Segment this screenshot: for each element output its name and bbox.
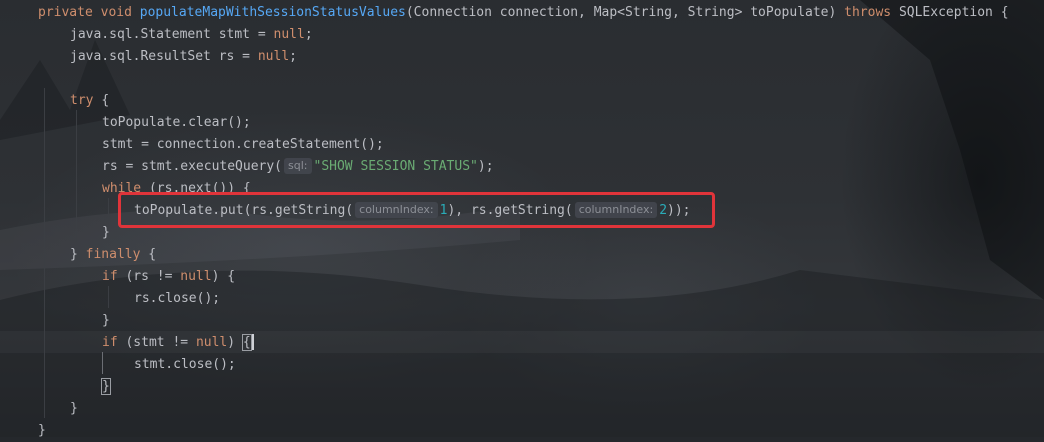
code-token: ; — [304, 27, 313, 42]
code-line[interactable]: } — [102, 222, 110, 244]
code-line[interactable]: rs = stmt.executeQuery(sql: "SHOW SESSION… — [102, 156, 494, 178]
code-token: ) { — [211, 269, 236, 284]
code-token: } — [102, 225, 110, 240]
code-token: ); — [477, 159, 494, 174]
code-token: rs = stmt.executeQuery( — [102, 159, 283, 174]
code-token: stmt = connection.createStatement(); — [102, 137, 384, 152]
code-token: if — [102, 269, 126, 284]
code-token: rs.close(); — [134, 291, 221, 306]
code-token: toPopulate.clear(); — [102, 115, 251, 130]
code-token: { — [241, 334, 252, 351]
code-token: try — [70, 93, 102, 108]
code-token: finally — [85, 247, 149, 262]
code-token: if — [102, 335, 126, 350]
code-token: stmt.close(); — [134, 357, 236, 372]
code-line[interactable]: } — [70, 398, 78, 420]
text-cursor — [252, 334, 254, 350]
code-line[interactable]: toPopulate.clear(); — [102, 112, 251, 134]
code-token: java.sql.Statement stmt = — [70, 27, 274, 42]
annotation-highlight-box — [118, 192, 715, 228]
code-token: } — [38, 423, 46, 438]
code-token: (rs != — [125, 269, 181, 284]
code-token: populateMapWithSessionStatusValues — [139, 5, 406, 20]
code-line[interactable]: } finally { — [70, 244, 156, 266]
code-token: ) — [227, 335, 243, 350]
code-token: null — [257, 49, 290, 64]
code-token: } — [70, 401, 78, 416]
code-line[interactable]: rs.close(); — [134, 288, 220, 310]
code-line[interactable]: private void populateMapWithSessionStatu… — [38, 2, 1009, 24]
code-token: private void — [38, 5, 140, 20]
code-token: } — [70, 247, 86, 262]
code-line[interactable]: stmt = connection.createStatement(); — [102, 134, 384, 156]
code-token: "SHOW SESSION STATUS" — [313, 159, 478, 174]
code-token: ; — [289, 49, 297, 64]
code-token: java.sql.ResultSet rs = — [70, 49, 258, 64]
code-token: } — [102, 313, 110, 328]
code-token: (Connection connection, Map<String, Stri… — [405, 5, 845, 20]
code-token: null — [195, 335, 228, 350]
code-line[interactable]: if (rs != null) { — [102, 266, 235, 288]
parameter-hint: sql: — [284, 158, 312, 174]
code-line[interactable]: java.sql.Statement stmt = null; — [70, 24, 313, 46]
code-token: SQLException { — [898, 5, 1009, 20]
code-token: (stmt != — [125, 335, 196, 350]
code-line[interactable]: } — [38, 420, 46, 442]
code-line[interactable]: java.sql.ResultSet rs = null; — [70, 46, 297, 68]
code-token: { — [148, 247, 157, 262]
code-token: null — [180, 269, 212, 284]
code-token: { — [101, 93, 110, 108]
code-line[interactable]: if (stmt != null) { — [102, 332, 252, 354]
code-line[interactable]: try { — [70, 90, 109, 112]
code-token: } — [101, 378, 111, 395]
code-line[interactable]: stmt.close(); — [134, 354, 236, 376]
code-line[interactable]: } — [101, 376, 111, 398]
code-token: throws — [844, 5, 899, 20]
code-line[interactable]: } — [102, 310, 110, 332]
code-token: null — [273, 27, 305, 42]
